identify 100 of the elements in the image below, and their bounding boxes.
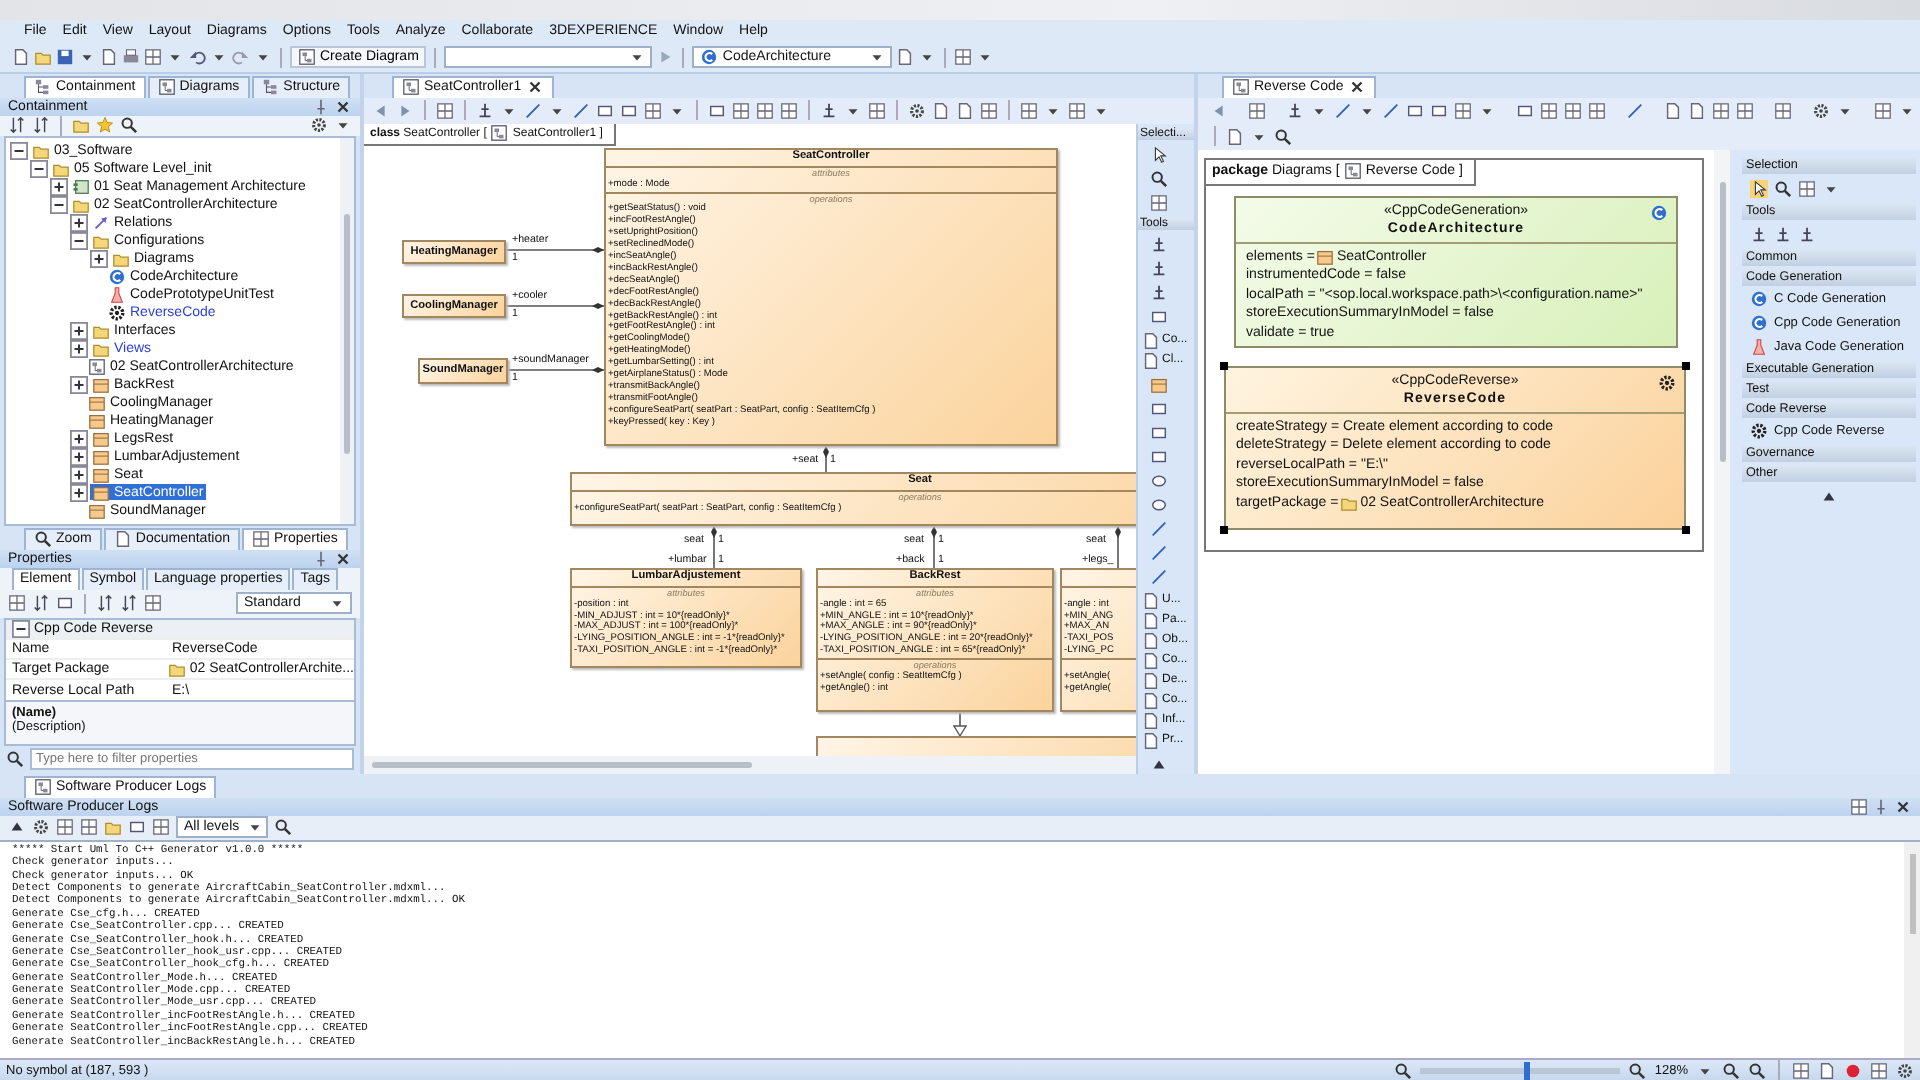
anchor-icon[interactable] xyxy=(1286,101,1304,120)
grid-icon[interactable] xyxy=(1150,193,1168,212)
pointer-icon[interactable] xyxy=(1150,145,1168,164)
search-icon[interactable] xyxy=(274,818,292,837)
expand-icon[interactable] xyxy=(70,213,88,232)
expand-icon[interactable] xyxy=(70,321,88,340)
sort-icon[interactable] xyxy=(32,594,50,613)
scrollbar[interactable] xyxy=(1714,149,1730,774)
expand-icon[interactable] xyxy=(50,177,68,196)
search-icon[interactable] xyxy=(1774,179,1792,198)
search-icon[interactable] xyxy=(1748,1061,1766,1079)
grid-icon[interactable] xyxy=(1736,101,1754,120)
arrow-right-icon[interactable] xyxy=(396,101,414,120)
rectangle-icon[interactable] xyxy=(1150,307,1168,326)
expand-icon[interactable] xyxy=(70,375,88,394)
class-icon[interactable] xyxy=(1150,375,1168,394)
line-icon[interactable] xyxy=(572,101,590,120)
grid-icon[interactable] xyxy=(8,594,26,613)
grid-icon[interactable] xyxy=(144,48,162,67)
grid-icon[interactable] xyxy=(1798,179,1816,198)
grid-icon[interactable] xyxy=(436,101,454,120)
grid-icon[interactable] xyxy=(1712,101,1730,120)
grid-icon[interactable] xyxy=(868,101,886,120)
grid-icon[interactable] xyxy=(1850,797,1868,816)
grid-icon[interactable] xyxy=(780,101,798,120)
search-icon[interactable] xyxy=(1274,127,1292,146)
grid-icon[interactable] xyxy=(1564,101,1582,120)
arrow-up-icon[interactable] xyxy=(1150,755,1168,774)
pin-icon[interactable] xyxy=(312,549,330,568)
anchor-icon[interactable] xyxy=(1798,225,1816,244)
anchor-icon[interactable] xyxy=(1774,225,1792,244)
grid-icon[interactable] xyxy=(1248,101,1266,120)
arrow-up-icon[interactable] xyxy=(8,818,26,837)
line-icon[interactable] xyxy=(1150,543,1168,562)
line-icon[interactable] xyxy=(1150,519,1168,538)
close-icon[interactable] xyxy=(1347,78,1366,97)
document-icon[interactable] xyxy=(896,48,915,67)
collapse-icon[interactable] xyxy=(70,231,88,250)
scrollbar[interactable] xyxy=(340,137,354,524)
collapse-icon[interactable] xyxy=(10,141,28,160)
anchor-icon[interactable] xyxy=(476,101,494,120)
search-icon[interactable] xyxy=(1150,169,1168,188)
grid-icon[interactable] xyxy=(1454,101,1472,120)
rectangle-icon[interactable] xyxy=(708,101,726,120)
grid-icon[interactable] xyxy=(980,101,998,120)
expand-icon[interactable] xyxy=(70,447,88,466)
rectangle-icon[interactable] xyxy=(56,594,74,613)
slider-thumb[interactable] xyxy=(1524,1061,1531,1079)
expand-icon[interactable] xyxy=(70,465,88,484)
close-icon[interactable] xyxy=(334,549,352,568)
gear-icon[interactable] xyxy=(1812,101,1830,120)
grid-icon[interactable] xyxy=(1792,1061,1810,1079)
grid-icon[interactable] xyxy=(56,818,74,837)
sort-icon[interactable] xyxy=(120,594,138,613)
resize-handle[interactable] xyxy=(1682,525,1690,534)
grid-icon[interactable] xyxy=(756,101,774,120)
sort-icon[interactable] xyxy=(32,116,50,135)
collapse-icon[interactable] xyxy=(50,195,68,214)
save-icon[interactable] xyxy=(56,48,74,67)
scrollbar[interactable] xyxy=(1904,841,1920,1058)
undo-icon[interactable] xyxy=(188,48,206,67)
grid-icon[interactable] xyxy=(644,101,662,120)
close-icon[interactable] xyxy=(525,78,544,97)
grid-icon[interactable] xyxy=(144,594,162,613)
collapse-icon[interactable] xyxy=(30,159,48,178)
anchor-icon[interactable] xyxy=(820,101,838,120)
alert-icon[interactable] xyxy=(1844,1061,1862,1079)
pin-icon[interactable] xyxy=(312,97,330,116)
rectangle-icon[interactable] xyxy=(128,818,146,837)
collapse-icon[interactable] xyxy=(12,619,30,638)
anchor-icon[interactable] xyxy=(1750,225,1768,244)
search-icon[interactable] xyxy=(1628,1061,1647,1079)
anchor-icon[interactable] xyxy=(1150,283,1168,302)
gear-icon[interactable] xyxy=(908,101,926,120)
sort-icon[interactable] xyxy=(96,594,114,613)
arrow-left-icon[interactable] xyxy=(1210,101,1228,120)
line-icon[interactable] xyxy=(524,101,542,120)
document-icon[interactable] xyxy=(12,48,30,67)
grid-icon[interactable] xyxy=(1874,101,1892,120)
gear-icon[interactable] xyxy=(32,818,50,837)
resize-handle[interactable] xyxy=(1220,361,1228,370)
gear-icon[interactable] xyxy=(310,116,328,135)
line-icon[interactable] xyxy=(1334,101,1352,120)
grid-icon[interactable] xyxy=(80,818,98,837)
expand-icon[interactable] xyxy=(70,429,88,448)
close-icon[interactable] xyxy=(334,97,352,116)
line-icon[interactable] xyxy=(1382,101,1400,120)
line-icon[interactable] xyxy=(1626,101,1644,120)
search-icon[interactable] xyxy=(120,116,138,135)
search-icon[interactable] xyxy=(1394,1061,1413,1079)
document-icon[interactable] xyxy=(100,48,118,67)
expand-icon[interactable] xyxy=(90,249,108,268)
expand-icon[interactable] xyxy=(70,339,88,358)
search-icon[interactable] xyxy=(1722,1061,1740,1079)
rectangle-icon[interactable] xyxy=(1516,101,1534,120)
grid-icon[interactable] xyxy=(954,48,973,67)
pointer-icon[interactable] xyxy=(1750,179,1768,198)
expand-icon[interactable] xyxy=(70,483,88,502)
grid-icon[interactable] xyxy=(1068,101,1086,120)
arrow-up-icon[interactable] xyxy=(1820,487,1838,506)
